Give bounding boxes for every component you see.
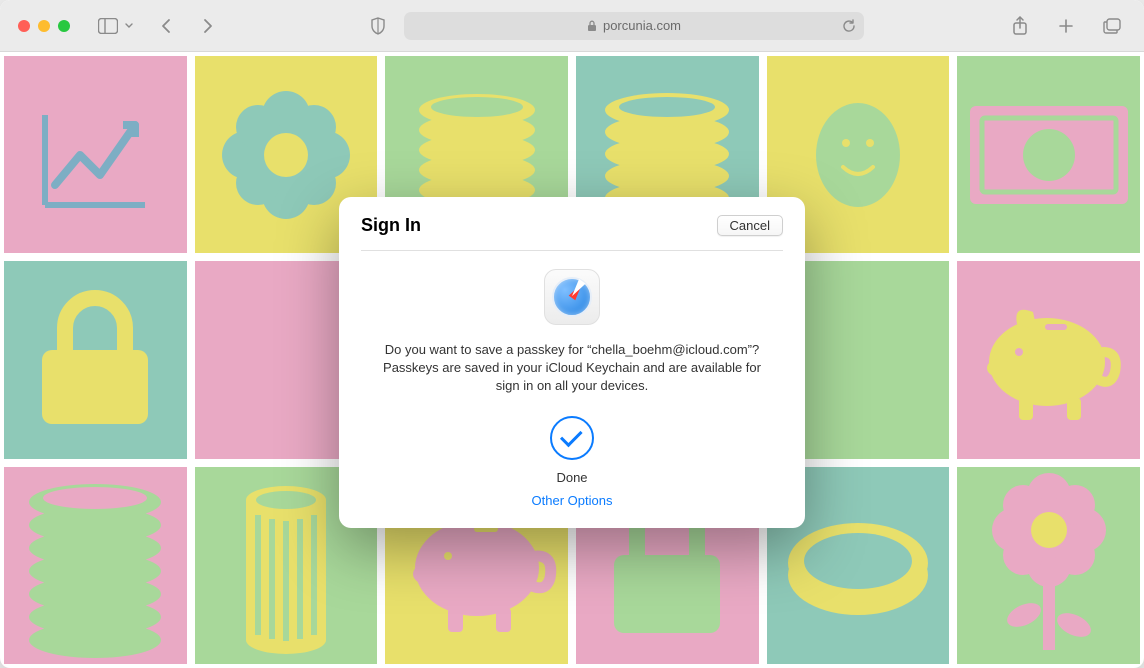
modal-title: Sign In [361, 215, 421, 236]
sidebar-dropdown-button[interactable] [122, 12, 136, 40]
safari-app-icon [544, 269, 600, 325]
chevron-down-icon [125, 23, 133, 29]
nav-arrows [152, 12, 222, 40]
window-controls [18, 20, 70, 32]
sidebar-toggle-group [94, 12, 136, 40]
share-icon [1012, 16, 1028, 36]
reload-button[interactable] [842, 19, 856, 33]
forward-button[interactable] [194, 12, 222, 40]
reload-icon [842, 19, 856, 33]
privacy-report-button[interactable] [364, 12, 392, 40]
lock-icon [587, 20, 597, 32]
toolbar-left-group [94, 12, 222, 40]
sidebar-toggle-button[interactable] [94, 12, 122, 40]
window-minimize-button[interactable] [38, 20, 50, 32]
other-options-link[interactable]: Other Options [532, 493, 613, 508]
back-button[interactable] [152, 12, 180, 40]
modal-body: Do you want to save a passkey for “chell… [361, 251, 783, 508]
shield-icon [370, 17, 386, 35]
window-maximize-button[interactable] [58, 20, 70, 32]
modal-header: Sign In Cancel [361, 215, 783, 251]
check-icon [560, 424, 583, 447]
tile-coins-3 [0, 463, 191, 668]
tabs-overview-button[interactable] [1098, 12, 1126, 40]
passkey-modal: Sign In Cancel Do you want to save a pas… [339, 197, 805, 528]
page-content: Sign In Cancel Do you want to save a pas… [0, 52, 1144, 668]
chevron-left-icon [161, 18, 171, 34]
modal-description: Do you want to save a passkey for “chell… [382, 341, 762, 396]
tile-bill [953, 52, 1144, 257]
plus-icon [1058, 18, 1074, 34]
done-check-circle [550, 416, 594, 460]
toolbar-center: porcunia.com [242, 12, 986, 40]
cancel-button[interactable]: Cancel [717, 215, 783, 236]
new-tab-button[interactable] [1052, 12, 1080, 40]
browser-window: porcunia.com [0, 0, 1144, 668]
toolbar-right-group [1006, 12, 1126, 40]
sidebar-icon [98, 18, 118, 34]
titlebar: porcunia.com [0, 0, 1144, 52]
tile-flower-2 [953, 463, 1144, 668]
done-label: Done [556, 470, 587, 485]
address-bar-url: porcunia.com [603, 18, 681, 33]
tile-piggy [953, 257, 1144, 462]
compass-icon [552, 277, 592, 317]
share-button[interactable] [1006, 12, 1034, 40]
tile-chart [0, 52, 191, 257]
address-bar[interactable]: porcunia.com [404, 12, 864, 40]
chevron-right-icon [203, 18, 213, 34]
tabs-icon [1103, 18, 1121, 34]
window-close-button[interactable] [18, 20, 30, 32]
tile-lock-1 [0, 257, 191, 462]
